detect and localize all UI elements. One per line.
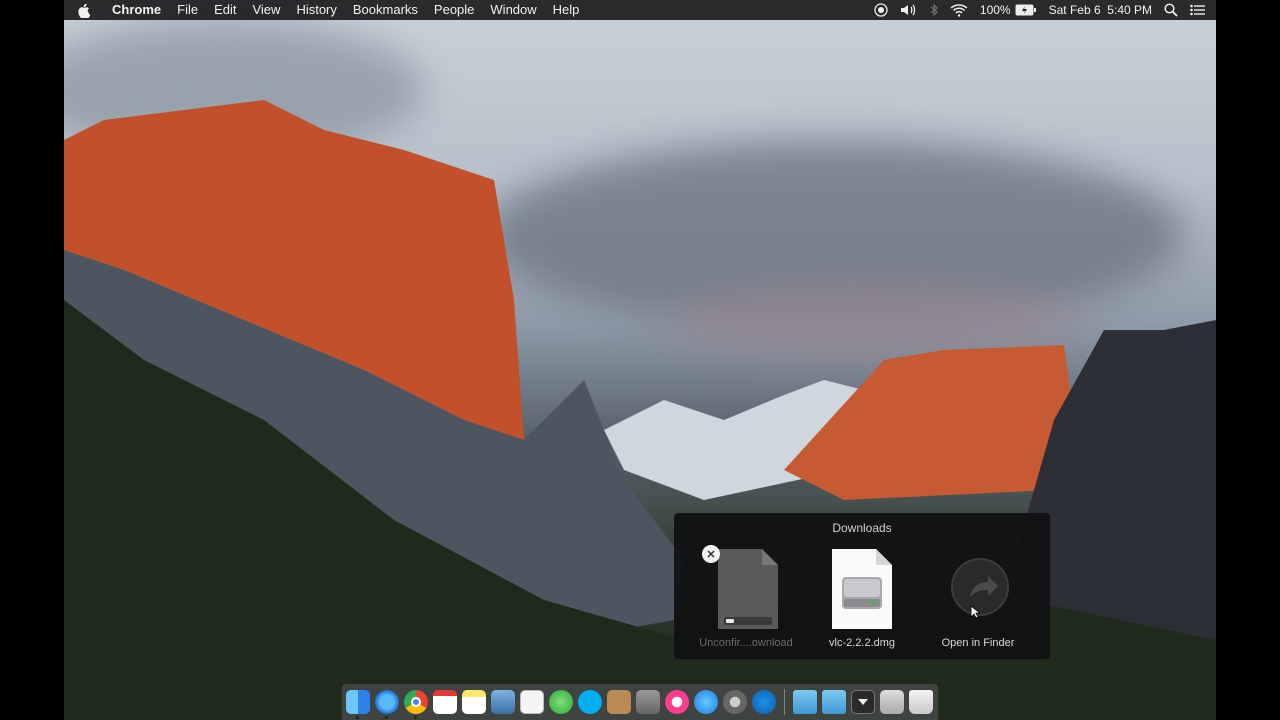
menu-app-name[interactable]: Chrome xyxy=(104,0,169,20)
record-icon[interactable] xyxy=(874,0,888,20)
messages-icon[interactable] xyxy=(549,690,573,714)
open-in-finder-label: Open in Finder xyxy=(941,637,1015,649)
documents-folder-icon[interactable] xyxy=(822,690,846,714)
battery-charging-icon[interactable] xyxy=(1015,0,1037,20)
contacts-icon[interactable] xyxy=(607,690,631,714)
skype-icon[interactable] xyxy=(578,690,602,714)
trash-icon[interactable] xyxy=(909,690,933,714)
menu-edit[interactable]: Edit xyxy=(206,0,244,20)
menu-history[interactable]: History xyxy=(288,0,344,20)
volume-icon[interactable] xyxy=(900,0,918,20)
spotlight-search-icon[interactable] xyxy=(1164,0,1178,20)
notification-center-icon[interactable] xyxy=(1190,0,1206,20)
menu-people[interactable]: People xyxy=(426,0,482,20)
menu-file[interactable]: File xyxy=(169,0,206,20)
chrome-icon[interactable] xyxy=(404,690,428,719)
open-in-finder-button[interactable]: Open in Finder xyxy=(918,545,1038,649)
finder-icon[interactable] xyxy=(346,690,370,719)
menu-bookmarks[interactable]: Bookmarks xyxy=(345,0,426,20)
preview-icon[interactable] xyxy=(491,690,515,714)
menu-view[interactable]: View xyxy=(244,0,288,20)
photos-icon[interactable] xyxy=(636,690,660,714)
screenshot-stack-icon[interactable] xyxy=(880,690,904,714)
dock-separator xyxy=(784,689,785,715)
desktop: Chrome File Edit View History Bookmarks … xyxy=(64,0,1216,720)
system-preferences-icon[interactable] xyxy=(723,690,747,714)
applications-folder-icon[interactable] xyxy=(793,690,817,714)
downloads-title: Downloads xyxy=(832,521,892,535)
menu-bar: Chrome File Edit View History Bookmarks … xyxy=(64,0,1216,20)
cursor-icon xyxy=(970,605,982,624)
open-in-finder-icon[interactable] xyxy=(950,557,1010,617)
download-item-unconfirmed[interactable]: Unconfir....ownload xyxy=(686,545,806,649)
dock xyxy=(342,684,938,720)
download-item-vlc[interactable]: vlc-2.2.2.dmg xyxy=(802,545,922,649)
edge-icon[interactable] xyxy=(752,690,776,714)
safari-icon[interactable] xyxy=(375,690,399,719)
calendar-icon[interactable] xyxy=(433,690,457,714)
wifi-icon[interactable] xyxy=(950,0,968,20)
bluetooth-icon[interactable] xyxy=(930,0,938,20)
datetime[interactable]: Sat Feb 6 5:40 PM xyxy=(1049,0,1152,20)
download-item-label: Unconfir....ownload xyxy=(699,637,793,649)
menu-window[interactable]: Window xyxy=(482,0,544,20)
app-store-icon[interactable] xyxy=(694,690,718,714)
menu-help[interactable]: Help xyxy=(545,0,588,20)
downloads-popover: Downloads Unconfir....ownload vlc-2.2.2.… xyxy=(674,513,1050,659)
dmg-file-icon[interactable] xyxy=(830,547,894,631)
downloads-stack-icon[interactable] xyxy=(851,690,875,714)
close-icon[interactable] xyxy=(702,545,720,563)
textedit-icon[interactable] xyxy=(520,690,544,714)
download-item-label: vlc-2.2.2.dmg xyxy=(828,637,896,649)
disk-image-icon[interactable] xyxy=(716,547,780,631)
itunes-icon[interactable] xyxy=(665,690,689,714)
battery-percent[interactable]: 100% xyxy=(980,0,1011,20)
apple-logo-icon[interactable] xyxy=(78,0,92,20)
notes-icon[interactable] xyxy=(462,690,486,714)
